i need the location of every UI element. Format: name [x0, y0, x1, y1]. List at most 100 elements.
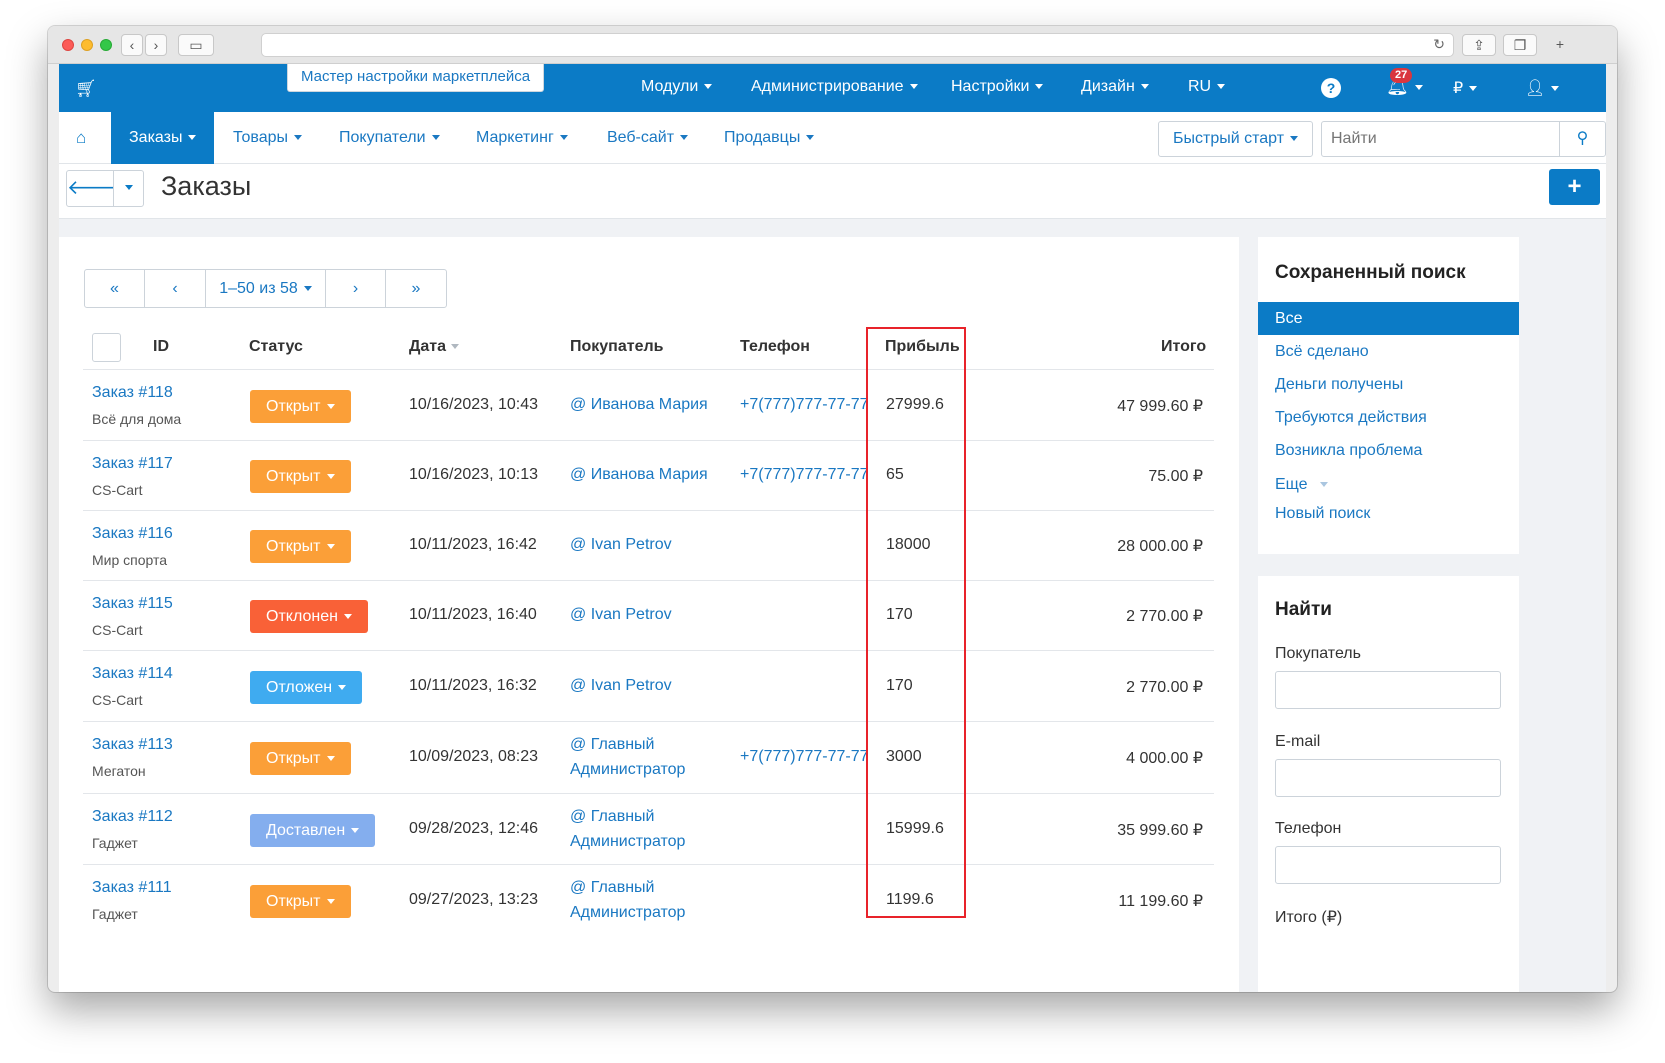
column-header-status[interactable]: Статус	[249, 338, 303, 356]
chevron-down-icon	[326, 404, 335, 410]
chevron-down-icon	[909, 84, 918, 90]
customer-link[interactable]: @ Ivan Petrov	[570, 536, 672, 554]
maximize-window-button[interactable]	[100, 39, 112, 51]
order-store: CS-Cart	[92, 482, 143, 498]
total-field-label: Итого (₽)	[1275, 909, 1343, 926]
browser-back-icon[interactable]: ‹	[121, 34, 143, 56]
column-header-customer[interactable]: Покупатель	[570, 338, 663, 356]
customer-link[interactable]: @ Ivan Petrov	[570, 606, 672, 624]
nav-customers[interactable]: Покупатели	[321, 112, 458, 164]
order-date: 09/28/2023, 12:46	[409, 820, 539, 837]
address-bar[interactable]: ↻	[261, 33, 1454, 57]
customer-link[interactable]: @ Главный	[570, 736, 654, 754]
status-dropdown-button[interactable]: Открыт	[250, 742, 351, 775]
saved-search-action-required[interactable]: Требуются действия	[1258, 401, 1519, 434]
menu-currency[interactable]: ₽	[1453, 78, 1478, 98]
customer-link[interactable]: @ Главный	[570, 879, 654, 897]
page-range-selector[interactable]: 1–50 из 58	[206, 270, 326, 307]
marketplace-setup-wizard-link[interactable]: Мастер настройки маркетплейса	[287, 64, 545, 92]
share-icon[interactable]: ⇪	[1462, 34, 1496, 56]
order-total: 47 999.60 ₽	[1117, 398, 1203, 415]
menu-modules[interactable]: Модули	[641, 78, 713, 96]
quick-start-button[interactable]: Быстрый старт	[1158, 121, 1313, 157]
status-dropdown-button[interactable]: Отклонен	[250, 600, 368, 633]
sidebar-toggle-icon[interactable]: ▭	[178, 34, 214, 56]
order-link[interactable]: Заказ #111	[92, 879, 172, 897]
customer-link[interactable]: @ Иванова Мария	[570, 466, 708, 484]
status-dropdown-button[interactable]: Открыт	[250, 530, 351, 563]
order-date: 09/27/2023, 13:23	[409, 891, 539, 908]
browser-forward-icon[interactable]: ›	[145, 34, 167, 56]
back-arrow-icon[interactable]: 🡐	[66, 170, 121, 207]
customer-link-line2[interactable]: Администратор	[570, 833, 685, 851]
close-window-button[interactable]	[62, 39, 74, 51]
saved-search-all[interactable]: Все	[1258, 302, 1519, 335]
order-link[interactable]: Заказ #114	[92, 665, 173, 683]
nav-website[interactable]: Веб-сайт	[589, 112, 706, 164]
column-header-date[interactable]: Дата	[409, 338, 460, 356]
first-page-icon[interactable]: «	[85, 270, 145, 307]
table-row: Заказ #118 Всё для дома Открыт 10/16/2023, …	[83, 369, 1214, 440]
order-link[interactable]: Заказ #117	[92, 455, 173, 473]
tabs-icon[interactable]: ❐	[1503, 34, 1537, 56]
chevron-down-icon	[1140, 84, 1149, 90]
new-tab-icon[interactable]: +	[1548, 34, 1572, 56]
chevron-down-icon	[343, 614, 352, 620]
chevron-down-icon	[680, 135, 689, 141]
last-page-icon[interactable]: »	[386, 270, 446, 307]
phone-field[interactable]	[1275, 846, 1501, 884]
order-total: 35 999.60 ₽	[1117, 822, 1203, 839]
menu-design[interactable]: Дизайн	[1081, 78, 1149, 96]
status-dropdown-button[interactable]: Доставлен	[250, 814, 376, 847]
phone-link[interactable]: +7(777)777-77-77	[740, 396, 869, 414]
column-header-phone[interactable]: Телефон	[740, 338, 810, 356]
search-input[interactable]	[1321, 121, 1560, 157]
phone-link[interactable]: +7(777)777-77-77	[740, 466, 869, 484]
next-page-icon[interactable]: ›	[326, 270, 386, 307]
minimize-window-button[interactable]	[81, 39, 93, 51]
order-link[interactable]: Заказ #118	[92, 384, 173, 402]
customer-link-line2[interactable]: Администратор	[570, 904, 685, 922]
cart-icon[interactable]: 🛒︎	[75, 79, 97, 99]
customer-field[interactable]	[1275, 671, 1501, 709]
customer-link[interactable]: @ Главный	[570, 808, 654, 826]
status-dropdown-button[interactable]: Открыт	[250, 885, 351, 918]
saved-search-paid[interactable]: Деньги получены	[1258, 368, 1519, 401]
status-dropdown-button[interactable]: Открыт	[250, 460, 351, 493]
select-all-checkbox[interactable]	[92, 333, 121, 362]
order-link[interactable]: Заказ #116	[92, 525, 173, 543]
menu-administration[interactable]: Администрирование	[751, 78, 918, 96]
add-order-button[interactable]: +	[1549, 169, 1600, 205]
nav-vendors[interactable]: Продавцы	[706, 112, 832, 164]
menu-user[interactable]: 👤︎	[1525, 78, 1560, 98]
email-field[interactable]	[1275, 759, 1501, 797]
customer-link[interactable]: @ Иванова Мария	[570, 396, 708, 414]
order-link[interactable]: Заказ #113	[92, 736, 173, 754]
help-icon[interactable]: ?	[1321, 78, 1341, 98]
saved-search-complete[interactable]: Всё сделано	[1258, 335, 1519, 368]
saved-search-title: Сохраненный поиск	[1275, 262, 1466, 283]
history-dropdown-button[interactable]	[113, 170, 144, 207]
menu-settings[interactable]: Настройки	[951, 78, 1044, 96]
chevron-down-icon	[431, 135, 440, 141]
status-dropdown-button[interactable]: Отложен	[250, 671, 363, 704]
customer-link[interactable]: @ Ivan Petrov	[570, 677, 672, 695]
prev-page-icon[interactable]: ‹	[145, 270, 206, 307]
chevron-down-icon	[1217, 84, 1226, 90]
column-header-id[interactable]: ID	[153, 338, 169, 356]
nav-orders[interactable]: Заказы	[111, 112, 215, 164]
search-icon[interactable]: ⚲	[1559, 121, 1606, 157]
order-link[interactable]: Заказ #115	[92, 595, 173, 613]
nav-products[interactable]: Товары	[215, 112, 320, 164]
phone-link[interactable]: +7(777)777-77-77	[740, 748, 869, 766]
saved-search-problem[interactable]: Возникла проблема	[1258, 434, 1519, 467]
home-icon[interactable]: ⌂	[76, 128, 86, 148]
nav-marketing[interactable]: Маркетинг	[458, 112, 586, 164]
order-link[interactable]: Заказ #112	[92, 808, 173, 826]
customer-link-line2[interactable]: Администратор	[570, 761, 685, 779]
saved-search-new[interactable]: Новый поиск	[1258, 497, 1519, 530]
status-dropdown-button[interactable]: Открыт	[250, 390, 351, 423]
column-header-total[interactable]: Итого	[1161, 338, 1206, 356]
menu-language[interactable]: RU	[1188, 78, 1226, 96]
reload-icon[interactable]: ↻	[1433, 36, 1445, 53]
